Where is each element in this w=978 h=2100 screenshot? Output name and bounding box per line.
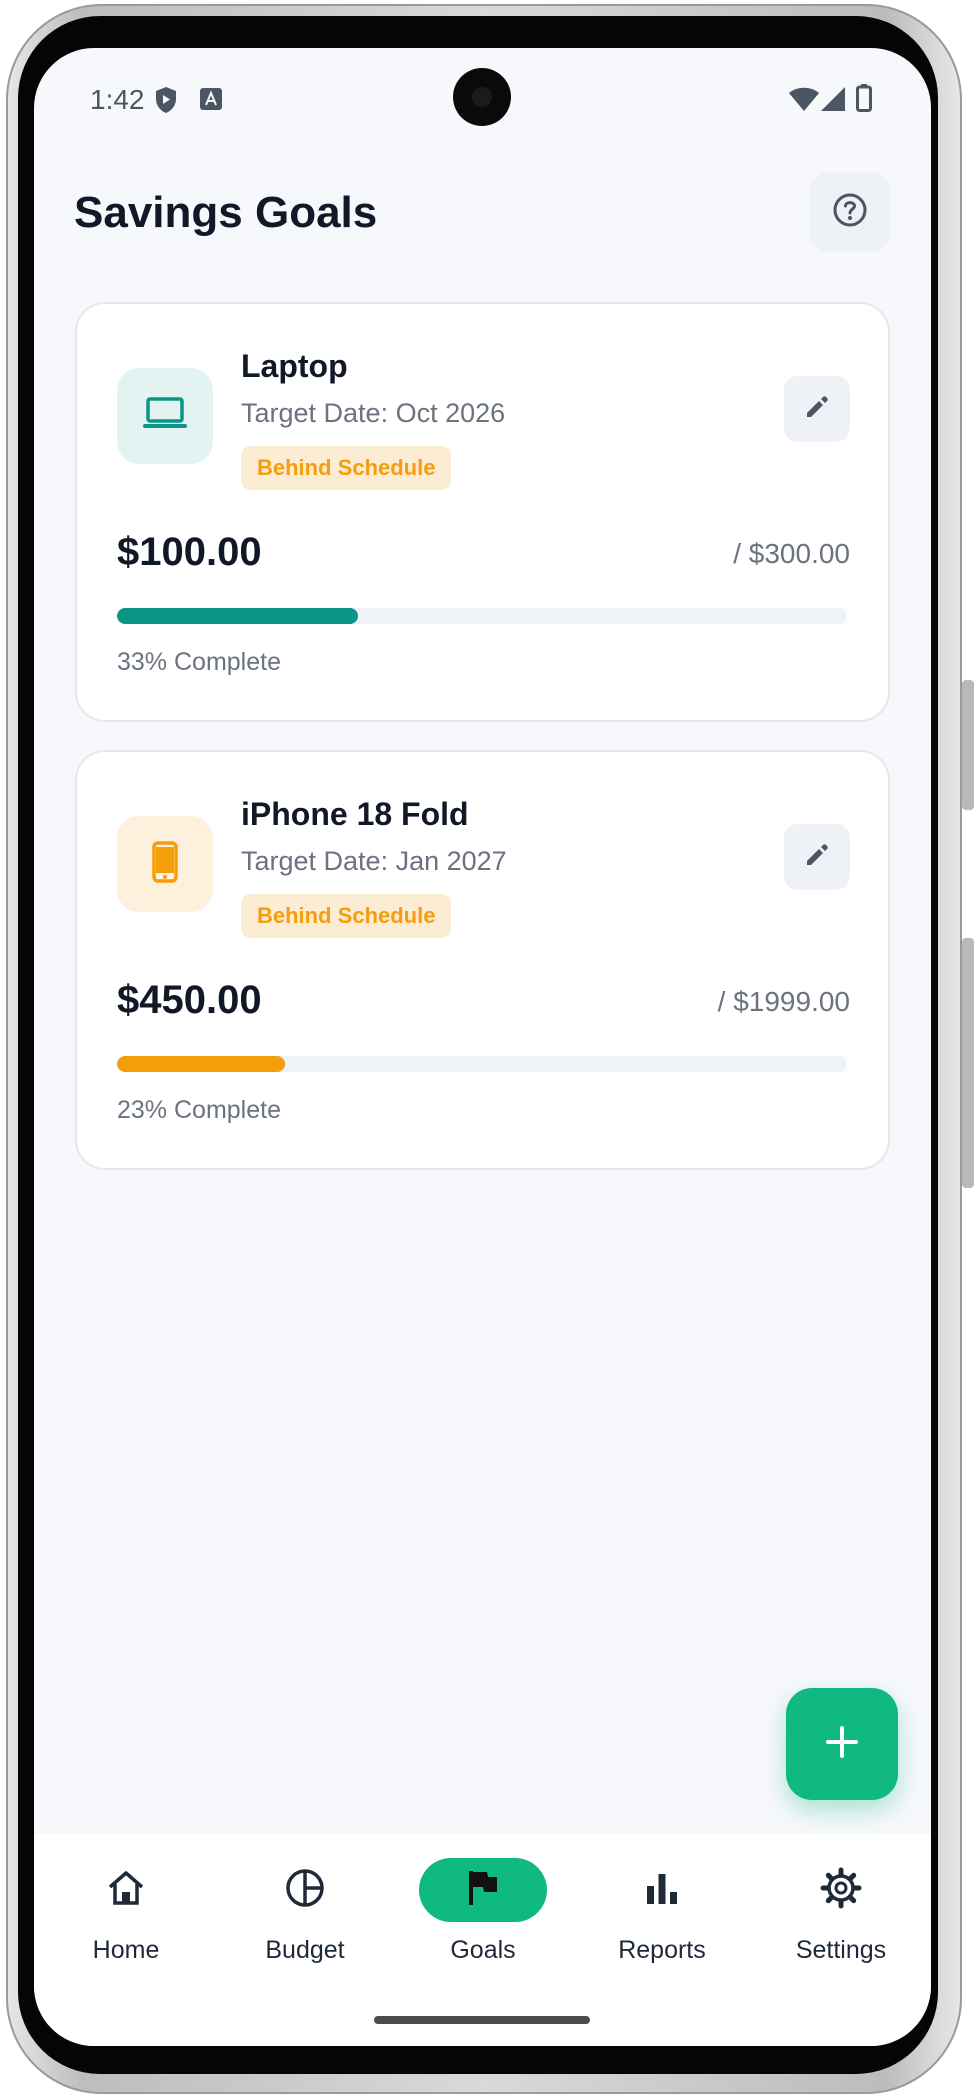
goal-target-date: Target Date: Oct 2026 — [241, 398, 506, 428]
edit-goal-button[interactable] — [784, 376, 850, 442]
progress-fill — [117, 1056, 285, 1072]
page-title: Savings Goals — [74, 188, 378, 237]
progress-label: 33% Complete — [117, 648, 281, 676]
status-badge: Behind Schedule — [241, 894, 452, 938]
plus-icon — [825, 1725, 859, 1764]
nav-label: Goals — [450, 1936, 516, 1964]
home-icon — [106, 1869, 146, 1912]
pencil-icon — [804, 394, 830, 425]
nav-label: Reports — [618, 1936, 706, 1964]
nav-label: Budget — [265, 1936, 345, 1964]
edit-goal-button[interactable] — [784, 824, 850, 890]
progress-fill — [117, 608, 358, 624]
progress-bar — [117, 1056, 847, 1072]
nav-label: Settings — [795, 1936, 887, 1964]
status-badge: Behind Schedule — [241, 446, 452, 490]
battery-icon — [856, 84, 872, 117]
goal-card[interactable]: iPhone 18 Fold Target Date: Jan 2027 Beh… — [75, 750, 890, 1170]
shield-icon — [154, 86, 178, 119]
nav-item-settings[interactable]: Settings — [751, 1858, 931, 1968]
goal-target-amount: / $300.00 — [733, 538, 850, 569]
goal-target-amount: / $1999.00 — [717, 986, 850, 1017]
phone-icon — [152, 840, 178, 888]
goal-saved-amount: $450.00 — [117, 978, 262, 1022]
pencil-icon — [804, 842, 830, 873]
goal-card[interactable]: Laptop Target Date: Oct 2026 Behind Sche… — [75, 302, 890, 722]
add-goal-button[interactable] — [786, 1688, 898, 1800]
power-button — [962, 680, 974, 810]
laptop-icon — [142, 396, 188, 436]
help-button[interactable] — [810, 172, 890, 252]
goal-icon-tile — [117, 816, 213, 912]
nav-item-home[interactable]: Home — [36, 1858, 216, 1968]
flag-icon — [465, 1868, 501, 1913]
goal-target-date: Target Date: Jan 2027 — [241, 846, 507, 876]
screen: 1:42 Savings Goals Laptop Target Date: O… — [34, 48, 931, 2046]
front-camera — [453, 68, 511, 126]
home-indicator[interactable] — [374, 2016, 590, 2024]
progress-label: 23% Complete — [117, 1096, 281, 1124]
goal-name: Laptop — [241, 348, 348, 384]
nav-item-budget[interactable]: Budget — [215, 1858, 395, 1968]
progress-bar — [117, 608, 847, 624]
gear-icon — [820, 1867, 862, 1914]
nav-label: Home — [92, 1936, 160, 1964]
status-bar: 1:42 — [34, 48, 931, 158]
goal-name: iPhone 18 Fold — [241, 796, 469, 832]
goal-saved-amount: $100.00 — [117, 530, 262, 574]
signal-icon — [820, 86, 846, 117]
pie-chart-icon — [285, 1868, 325, 1913]
nav-active-indicator — [419, 1858, 547, 1922]
bottom-nav: Home Budget Goals Reports Settings — [34, 1834, 931, 2046]
wifi-icon — [788, 86, 820, 117]
status-time: 1:42 — [90, 84, 145, 115]
keyboard-a-icon — [200, 88, 222, 115]
bar-chart-icon — [644, 1870, 680, 1911]
goal-icon-tile — [117, 368, 213, 464]
nav-item-reports[interactable]: Reports — [572, 1858, 752, 1968]
nav-item-goals[interactable]: Goals — [393, 1858, 573, 1968]
help-icon — [832, 192, 868, 233]
volume-button — [962, 938, 974, 1188]
